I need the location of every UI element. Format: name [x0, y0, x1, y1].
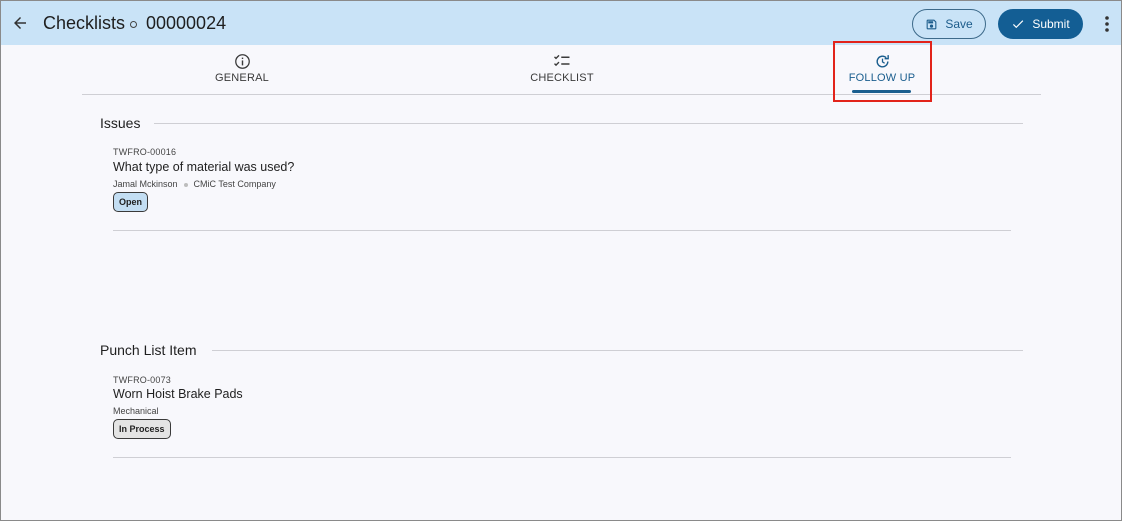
- title-separator-dot: [130, 21, 137, 28]
- annotation-highlight-box: [833, 41, 932, 102]
- record-id: 00000024: [146, 13, 227, 33]
- issue-assignee: Jamal Mckinson: [113, 179, 178, 189]
- issue-status-badge[interactable]: Open: [113, 192, 149, 212]
- app-window: Checklists 00000024 Save Submit GENERAL …: [0, 0, 1122, 521]
- more-vertical-icon: [1105, 16, 1109, 32]
- save-button[interactable]: Save: [912, 9, 986, 39]
- more-options-button[interactable]: [1098, 13, 1116, 35]
- info-icon: [234, 53, 250, 69]
- check-icon: [1013, 20, 1024, 29]
- punch-item-code: TWFRO-0073: [113, 375, 172, 385]
- tab-checklist[interactable]: CHECKLIST: [492, 45, 632, 94]
- meta-separator-dot: [183, 182, 188, 187]
- tab-checklist-label: CHECKLIST: [530, 72, 594, 84]
- save-icon: [926, 19, 937, 29]
- submit-button[interactable]: Submit: [998, 9, 1083, 39]
- issue-item-divider: [113, 230, 1011, 231]
- issue-meta: Jamal Mckinson CMiC Test Company: [113, 179, 276, 189]
- punch-item-title: Worn Hoist Brake Pads: [113, 387, 243, 401]
- issue-company: CMiC Test Company: [193, 179, 276, 189]
- save-button-label: Save: [945, 17, 973, 31]
- back-button[interactable]: [9, 12, 31, 34]
- tab-general[interactable]: GENERAL: [172, 45, 312, 94]
- submit-button-label: Submit: [1032, 17, 1070, 31]
- issue-title: What type of material was used?: [113, 160, 295, 174]
- punch-list-section-divider: [212, 350, 1023, 351]
- issues-section-divider: [154, 123, 1023, 124]
- page-title: Checklists: [43, 13, 126, 33]
- checklist-icon: [554, 54, 570, 67]
- punch-list-section-title: Punch List Item: [100, 342, 197, 358]
- arrow-left-icon: [14, 17, 26, 29]
- app-bar: Checklists 00000024 Save Submit: [1, 1, 1121, 45]
- punch-item-category: Mechanical: [113, 406, 159, 416]
- issue-code: TWFRO-00016: [113, 147, 177, 157]
- tab-general-label: GENERAL: [215, 72, 269, 84]
- punch-item-status-badge[interactable]: In Process: [113, 419, 171, 439]
- issues-section-title: Issues: [100, 115, 141, 131]
- punch-item-divider: [113, 457, 1011, 458]
